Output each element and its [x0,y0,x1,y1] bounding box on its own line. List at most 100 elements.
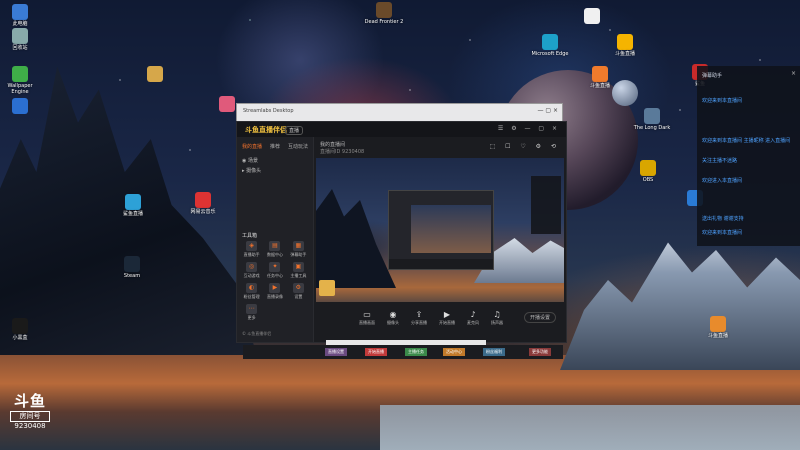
app-icon [584,8,600,24]
tool-item[interactable]: ⋯ 更多 [240,304,263,321]
dicon-7[interactable] [572,8,612,25]
list-item[interactable]: ◉ 场景 [242,157,261,164]
dicon-2[interactable]: 回收站 [0,28,40,51]
nested-preview [411,205,491,253]
tool-item[interactable]: ◐ 粉丝管理 [240,283,263,300]
tools-grid: ◈ 直播助手 ▤ 数据中心 ▦ 弹幕助手 ◎ 互动游戏 ✦ 任务中心 ▣ 主播工具 ◐ 粉丝管理 ▶ 直播录像… [240,241,310,321]
desktop-icon-label: OBS [642,177,654,183]
obs-window-title: Streamlabs Desktop [243,108,294,114]
tool-icon: ▣ [292,262,304,272]
watermark-room-number: 9230408 [14,422,46,430]
tab-recommend[interactable]: 推荐 [270,143,280,150]
strip-chip[interactable]: 开始直播 [365,348,387,356]
tool-label: 互动游戏 [243,273,260,278]
strip-chip[interactable]: 活动中心 [443,348,465,356]
app-icon [617,34,633,50]
toolbar-icon: ⇪ [415,310,423,319]
tab-my-live[interactable]: 我的直播 [242,143,262,150]
app-icon [124,256,140,272]
dicon-16[interactable]: The Long Dark [632,108,672,131]
app-icon [12,28,28,44]
dicon-15[interactable]: Steam [112,256,152,279]
danmu-message: 欢迎进入本直播间 [702,178,743,184]
nested-preview-window [388,190,494,270]
nested-toolbar [389,259,493,269]
toolbar-label: 分享直播 [411,320,427,325]
desktop-icon-label: 此电脑 [12,21,28,27]
desktop-icon-label: 网易云音乐 [190,209,216,215]
dicon-13[interactable]: 鲨鱼直播 [113,194,153,217]
live-settings-button[interactable]: 开播设置 [523,312,556,323]
desktop-icon-label: Microsoft Edge [531,51,569,57]
dicon-6[interactable]: Dead Frontier 2 [364,2,404,25]
tab-interactive[interactable]: 互动玩法 [288,143,308,150]
toolbar-button[interactable]: ▭ 直播画面 [359,310,375,326]
toolbar-button[interactable]: ▶ 开始直播 [439,310,455,326]
dicon-10[interactable]: 斗鱼直播 [580,66,620,89]
app-icon [12,318,28,334]
tools-section-title: 工具箱 [242,233,258,239]
danmu-message: 欢迎来到本直播间 [702,98,743,104]
tool-item[interactable]: ⚙ 设置 [287,283,310,300]
sidebar-footer: © 斗鱼直播伴侣 [242,331,272,336]
dicon-17[interactable]: OBS [628,160,668,183]
dicon-8[interactable]: Microsoft Edge [530,34,570,57]
preview-mountain [316,189,396,288]
dicon-5[interactable] [135,66,175,83]
desktop-icon-label: 小黑盒 [12,335,28,341]
preview-logo [319,280,335,296]
strip-chip[interactable]: 粉丝福利 [483,348,505,356]
stream-preview[interactable] [316,158,564,302]
desktop-icon-label: Dead Frontier 2 [364,19,404,25]
tool-item[interactable]: ▦ 弹幕助手 [287,241,310,258]
window-controls[interactable]: ☰ ⚙ — ▢ × [498,125,560,132]
strip-chip[interactable]: 直播设置 [325,348,347,356]
bottom-toolbar: ▭ 直播画面 ◉ 摄像头 ⇪ 分享直播 ▶ 开始直播 ♪ 麦克风 ♫ 扬声器 开播设置 [314,304,566,342]
tool-item[interactable]: ▶ 直播录像 [263,283,286,300]
toolbar-button[interactable]: ♫ 扬声器 [491,310,503,326]
dicon-19[interactable]: 小黑盒 [0,318,40,341]
strip-chip[interactable]: 主播任务 [405,348,427,356]
room-controls[interactable]: ⬚ ☐ ♡ ⚙ ⟲ [490,143,560,150]
strip-chip[interactable]: 更多功能 [529,348,551,356]
dicon-9[interactable]: 斗鱼直播 [605,34,645,57]
room-header: 我的直播间 直播间ID 9230408 ⬚ ☐ ♡ ⚙ ⟲ [314,137,566,155]
app-mode-badge[interactable]: 直播 [285,126,304,135]
room-title: 我的直播间 [320,142,346,148]
tool-item[interactable]: ✦ 任务中心 [263,262,286,279]
watermark-brand: 斗鱼 [13,392,46,410]
app-titlebar: 斗鱼直播伴侣 直播 ☰ ⚙ — ▢ × [237,122,566,137]
dicon-4[interactable] [0,98,40,115]
danmu-message: 送出礼物 谢谢支持 [702,216,744,222]
toolbar-icon: ♪ [470,310,476,319]
app-icon [376,2,392,18]
app-icon [12,66,28,82]
dicon-3[interactable]: Wallpaper Engine [0,66,40,95]
toolbar-label: 直播画面 [359,320,375,325]
tool-item[interactable]: ▣ 主播工具 [287,262,310,279]
dicon-1[interactable]: 此电脑 [0,4,40,27]
dicon-14[interactable]: 网易云音乐 [183,192,223,215]
desktop-icon-label: Wallpaper Engine [7,83,33,95]
tool-item[interactable]: ◎ 互动游戏 [240,262,263,279]
close-icon[interactable]: × [791,70,796,77]
dicon-20[interactable]: 斗鱼直播 [698,316,738,339]
danmu-message: 欢迎来到本直播间 主播昵称 进入直播间 [702,138,791,144]
tool-item[interactable]: ◈ 直播助手 [240,241,263,258]
app-icon [12,98,28,114]
water [380,405,800,450]
tool-icon: ⋯ [246,304,258,314]
toolbar-button[interactable]: ♪ 麦克风 [467,310,479,326]
tool-label: 直播录像 [266,294,283,299]
tool-icon: ▤ [269,241,281,251]
obs-window[interactable]: Streamlabs Desktop — ▢ × [236,103,563,123]
app-icon [147,66,163,82]
tool-icon: ▶ [269,283,281,293]
list-item[interactable]: ▸ 摄像头 [242,167,261,174]
danmu-panel: 弹幕助手 × 欢迎来到本直播间 欢迎来到本直播间 主播昵称 进入直播间 关注主播… [697,66,800,246]
app-icon [219,96,235,112]
toolbar-button[interactable]: ◉ 摄像头 [387,310,399,326]
tool-item[interactable]: ▤ 数据中心 [263,241,286,258]
toolbar-button[interactable]: ⇪ 分享直播 [411,310,427,326]
obs-window-controls[interactable]: — ▢ × [537,107,558,114]
